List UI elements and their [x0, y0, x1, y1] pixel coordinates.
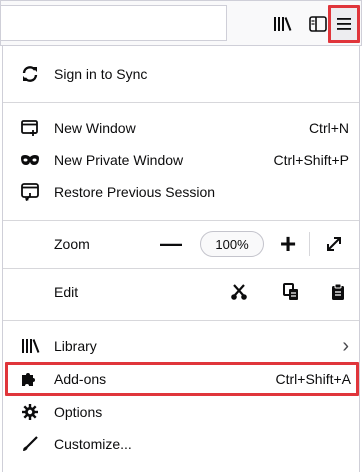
zoom-divider	[309, 232, 310, 256]
zoom-label: Zoom	[54, 236, 90, 252]
menu-item-sync[interactable]: Sign in to Sync	[3, 58, 359, 90]
private-mask-icon	[20, 150, 40, 170]
menu-item-label: Options	[54, 404, 103, 420]
copy-button[interactable]	[278, 279, 304, 305]
menu-item-label: Sign in to Sync	[54, 66, 148, 82]
paintbrush-icon	[20, 434, 40, 454]
open-menu-button[interactable]	[328, 5, 360, 43]
menu-item-shortcut: Ctrl+N	[308, 120, 349, 136]
library-icon	[274, 17, 292, 31]
menu-item-customize[interactable]: Customize...	[3, 428, 359, 460]
menu-item-addons[interactable]: Add-ons Ctrl+Shift+A	[5, 362, 359, 396]
hamburger-menu-icon	[337, 18, 351, 30]
menu-item-label: New Private Window	[54, 152, 184, 168]
menu-item-new-window[interactable]: New Window Ctrl+N	[3, 112, 359, 144]
zoom-out-button[interactable]: —	[158, 231, 184, 257]
menu-item-shortcut: Ctrl+Shift+P	[273, 152, 349, 168]
menu-item-shortcut: Ctrl+Shift+A	[275, 371, 351, 387]
menu-item-label: Add-ons	[54, 371, 107, 387]
menu-item-edit: Edit	[3, 274, 359, 310]
separator	[3, 320, 359, 321]
url-bar[interactable]	[1, 5, 227, 41]
menu-item-options[interactable]: Options	[3, 396, 359, 428]
menu-item-zoom: Zoom — 100% +	[3, 226, 359, 262]
menu-item-label: Restore Previous Session	[54, 184, 216, 200]
menu-item-library[interactable]: Library ›	[3, 330, 359, 362]
restore-session-icon	[20, 182, 40, 202]
sidebars-icon	[309, 16, 327, 32]
paste-button[interactable]	[325, 279, 351, 305]
paste-icon	[332, 283, 344, 300]
sync-icon	[20, 64, 40, 84]
zoom-in-button[interactable]: +	[275, 228, 301, 259]
zoom-reset-button[interactable]: 100%	[200, 231, 264, 257]
new-window-icon	[20, 118, 40, 138]
app-menu-panel: Sign in to Sync New Window Ctrl+N New Pr…	[2, 46, 360, 472]
copy-icon	[283, 283, 298, 300]
cut-icon	[231, 284, 247, 300]
menu-item-restore-session[interactable]: Restore Previous Session	[3, 176, 359, 208]
library-icon	[20, 336, 40, 356]
chevron-right-icon: ›	[342, 334, 349, 357]
menu-item-label: Customize...	[54, 436, 132, 452]
menu-item-label: Library	[54, 338, 97, 354]
library-button[interactable]	[266, 8, 298, 40]
menu-item-private-window[interactable]: New Private Window Ctrl+Shift+P	[3, 144, 359, 176]
browser-toolbar	[0, 0, 362, 46]
cut-button[interactable]	[226, 279, 252, 305]
separator	[3, 220, 359, 221]
puzzle-icon	[20, 369, 40, 389]
fullscreen-icon	[327, 237, 341, 251]
menu-item-label: New Window	[54, 120, 136, 136]
separator	[3, 268, 359, 269]
gear-icon	[20, 402, 40, 422]
separator	[3, 102, 359, 103]
edit-label: Edit	[54, 284, 79, 300]
fullscreen-button[interactable]	[321, 231, 347, 257]
